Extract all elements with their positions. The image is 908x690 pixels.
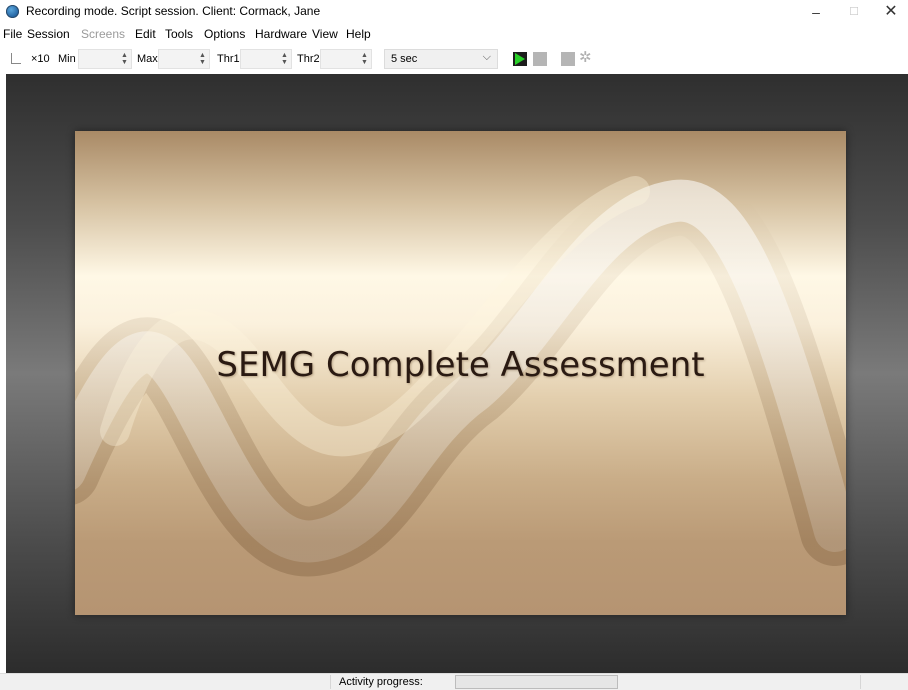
gear-icon[interactable]: ✲ (579, 50, 592, 66)
spin-arrows-icon[interactable]: ▲ ▼ (360, 52, 369, 66)
menu-session[interactable]: Session (27, 27, 70, 41)
thr1-label: Thr1 (217, 53, 240, 65)
title-bar: Recording mode. Script session. Client: … (0, 0, 908, 24)
max-spinbox[interactable]: ▲ ▼ (158, 49, 210, 69)
min-label: Min (58, 53, 76, 65)
timebase-value[interactable]: 5 sec (391, 53, 417, 65)
min-spinbox[interactable]: ▲ ▼ (78, 49, 132, 69)
menu-screens[interactable]: Screens (81, 27, 125, 41)
menu-bar: File Session Screens Edit Tools Options … (0, 24, 908, 44)
status-bar: Activity progress: (0, 673, 908, 690)
record-icon[interactable] (561, 52, 575, 66)
menu-options[interactable]: Options (204, 27, 245, 41)
spin-arrows-icon[interactable]: ▲ ▼ (280, 52, 289, 66)
toolbar: ×10 Min ▲ ▼ Max ▲ ▼ Thr1 ▲ ▼ Thr2 ▲ ▼ 5 sec … (0, 44, 908, 74)
chevron-down-icon[interactable]: ⌵ (483, 51, 491, 64)
thr2-spinbox[interactable]: ▲ ▼ (320, 49, 372, 69)
timebase-select[interactable]: 5 sec ⌵ (384, 49, 498, 69)
scale-label[interactable]: ×10 (31, 53, 50, 65)
menu-edit[interactable]: Edit (135, 27, 156, 41)
menu-tools[interactable]: Tools (165, 27, 193, 41)
display-area: SEMG Complete Assessment (6, 74, 908, 673)
menu-file[interactable]: File (3, 27, 22, 41)
menu-hardware[interactable]: Hardware (255, 27, 307, 41)
window-title: Recording mode. Script session. Client: … (26, 4, 321, 18)
thr2-label: Thr2 (297, 53, 320, 65)
title-slide: SEMG Complete Assessment (75, 131, 846, 615)
status-separator (330, 675, 331, 689)
play-icon[interactable] (513, 52, 527, 66)
menu-help[interactable]: Help (346, 27, 371, 41)
thr1-spinbox[interactable]: ▲ ▼ (240, 49, 292, 69)
spin-arrows-icon[interactable]: ▲ ▼ (120, 52, 129, 66)
max-label: Max (137, 53, 158, 65)
axis-icon[interactable] (11, 53, 21, 64)
activity-progress-bar (455, 675, 618, 689)
stop-icon[interactable] (533, 52, 547, 66)
close-button[interactable]: ✕ (868, 0, 908, 24)
slide-title: SEMG Complete Assessment (216, 345, 705, 385)
status-separator (860, 675, 861, 689)
menu-view[interactable]: View (312, 27, 338, 41)
app-icon (6, 5, 19, 18)
spin-arrows-icon[interactable]: ▲ ▼ (198, 52, 207, 66)
activity-progress-label: Activity progress: (339, 676, 423, 688)
